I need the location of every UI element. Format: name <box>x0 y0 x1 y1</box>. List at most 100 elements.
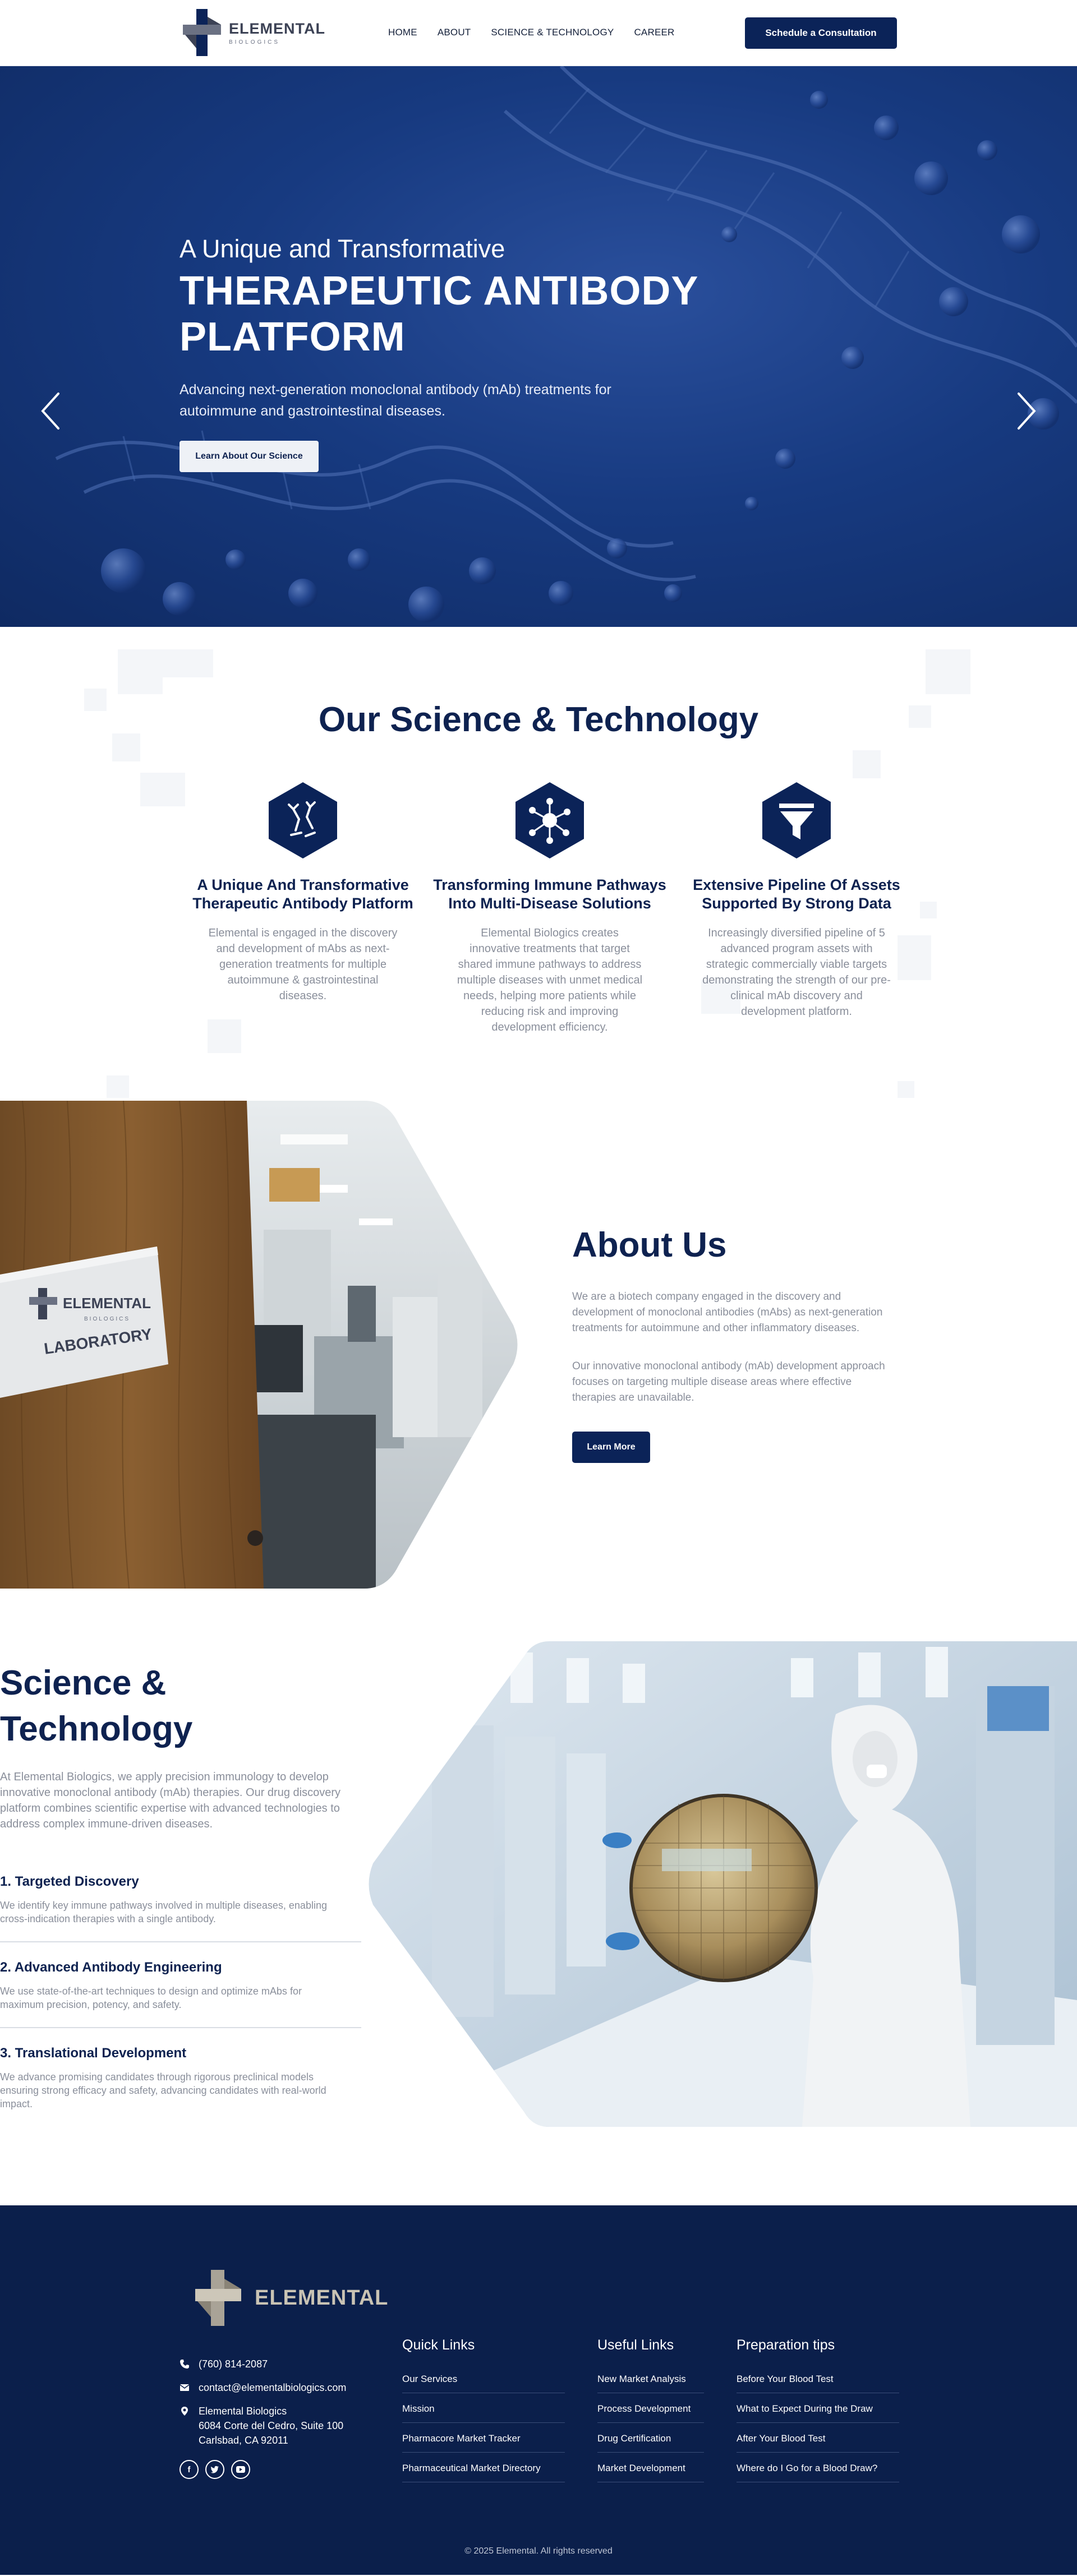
footer-logo[interactable]: ELEMENTAL <box>191 2270 388 2326</box>
nav-about[interactable]: ABOUT <box>438 27 471 38</box>
scitech-item-text: We identify key immune pathways involved… <box>0 1900 327 1924</box>
scitech-item: 3. Translational Development We advance … <box>0 2046 361 2111</box>
antibody-icon <box>269 782 337 858</box>
about-section: ELEMENTAL BIOLOGICS LABORATORY About Us … <box>0 1101 1077 1589</box>
footer-link[interactable]: After Your Blood Test <box>737 2433 899 2453</box>
preparation-tips-column: Preparation tips Before Your Blood Test … <box>737 2337 899 2492</box>
learn-more-button[interactable]: Learn More <box>572 1432 650 1463</box>
science-card: Transforming Immune Pathways Into Multi-… <box>426 781 673 1035</box>
contact-address: Elemental Biologics 6084 Corte del Cedro… <box>180 2404 346 2448</box>
hero-content: A Unique and Transformative THERAPEUTIC … <box>180 234 740 472</box>
footer-link[interactable]: Where do I Go for a Blood Draw? <box>737 2463 899 2482</box>
footer-logo-title: ELEMENTAL <box>255 2286 389 2310</box>
quick-links-column: Quick Links Our Services Mission Pharmac… <box>402 2337 565 2492</box>
main-nav: HOME ABOUT SCIENCE & TECHNOLOGY CAREER <box>388 27 675 38</box>
about-paragraph-1: We are a biotech company engaged in the … <box>572 1291 883 1334</box>
science-detail-section: Science & Technology At Elemental Biolog… <box>0 1589 1077 2205</box>
card-title: Extensive Pipeline Of Assets Supported B… <box>693 876 900 912</box>
hero-title-line1: THERAPEUTIC ANTIBODY <box>180 269 699 313</box>
scitech-item-title: 1. Targeted Discovery <box>0 1874 139 1889</box>
site-header: ELEMENTAL BIOLOGICS HOME ABOUT SCIENCE &… <box>0 0 1077 66</box>
cleanroom-image <box>369 1641 1077 2127</box>
mail-icon <box>180 2384 190 2391</box>
location-pin-icon <box>181 2407 188 2416</box>
card-text: Elemental is engaged in the discovery an… <box>208 927 398 1002</box>
contact-phone[interactable]: (760) 814-2087 <box>180 2357 346 2371</box>
nav-science-technology[interactable]: SCIENCE & TECHNOLOGY <box>491 27 614 38</box>
footer-link[interactable]: Our Services <box>402 2374 565 2393</box>
funnel-icon <box>762 782 831 858</box>
footer-link[interactable]: Pharmaceutical Market Directory <box>402 2463 565 2482</box>
card-text: Increasingly diversified pipeline of 5 a… <box>702 927 891 1018</box>
schedule-consultation-button[interactable]: Schedule a Consultation <box>745 17 897 49</box>
hero-subtitle: Advancing next-generation monoclonal ant… <box>180 382 611 419</box>
footer-contact: (760) 814-2087 contact@elementalbiologic… <box>180 2357 346 2479</box>
science-card: Extensive Pipeline Of Assets Supported B… <box>673 781 920 1035</box>
twitter-icon[interactable] <box>205 2460 224 2479</box>
footer-link[interactable]: Drug Certification <box>597 2433 704 2453</box>
logo-title: ELEMENTAL <box>229 20 325 37</box>
hero-title: THERAPEUTIC ANTIBODY PLATFORM <box>180 268 740 360</box>
card-title: A Unique And Transformative Therapeutic … <box>192 876 413 912</box>
hero-pretitle: A Unique and Transformative <box>180 234 505 263</box>
footer-link[interactable]: What to Expect During the Draw <box>737 2403 899 2423</box>
social-links: f <box>180 2460 346 2479</box>
copyright-text: © 2025 Elemental. All rights reserved <box>464 2546 613 2556</box>
chevron-right-icon[interactable] <box>1015 391 1038 431</box>
scitech-item-text: We use state-of-the-art techniques to de… <box>0 1986 302 2010</box>
footer-link[interactable]: Mission <box>402 2403 565 2423</box>
useful-links-column: Useful Links New Market Analysis Process… <box>597 2337 704 2492</box>
hero-slider: A Unique and Transformative THERAPEUTIC … <box>0 66 1077 627</box>
scitech-title-line2: Technology <box>0 1710 193 1748</box>
scitech-item-text: We advance promising candidates through … <box>0 2071 326 2109</box>
science-section-title: Our Science & Technology <box>318 700 759 739</box>
address-name: Elemental Biologics <box>199 2406 287 2417</box>
card-text: Elemental Biologics creates innovative t… <box>457 927 643 1033</box>
useful-links-title: Useful Links <box>597 2337 674 2353</box>
scitech-item-title: 3. Translational Development <box>0 2046 187 2061</box>
site-footer: ELEMENTAL (760) 814-2087 contact@element… <box>0 2205 1077 2575</box>
quick-links-title: Quick Links <box>402 2337 475 2353</box>
scitech-item-title: 2. Advanced Antibody Engineering <box>0 1960 222 1975</box>
nav-home[interactable]: HOME <box>388 27 417 38</box>
scitech-title-line1: Science & <box>0 1664 167 1702</box>
hero-title-line2: PLATFORM <box>180 315 406 359</box>
science-cards: A Unique And Transformative Therapeutic … <box>180 781 920 1035</box>
footer-link[interactable]: Market Development <box>597 2463 704 2482</box>
phone-text: (760) 814-2087 <box>199 2358 268 2370</box>
facebook-icon[interactable]: f <box>180 2460 199 2479</box>
sign-subtitle: BIOLOGICS <box>84 1316 130 1322</box>
network-icon <box>516 782 584 858</box>
preparation-tips-title: Preparation tips <box>737 2337 835 2353</box>
footer-link[interactable]: Process Development <box>597 2403 704 2423</box>
scitech-item: 1. Targeted Discovery We identify key im… <box>0 1874 361 1942</box>
footer-link[interactable]: Pharmacore Market Tracker <box>402 2433 565 2453</box>
scitech-item: 2. Advanced Antibody Engineering We use … <box>0 1960 361 2028</box>
address-line2: Carlsbad, CA 92011 <box>199 2435 288 2446</box>
divider <box>0 2027 361 2028</box>
phone-icon <box>180 2360 189 2369</box>
email-text: contact@elementalbiologics.com <box>199 2382 347 2393</box>
youtube-icon[interactable] <box>231 2460 250 2479</box>
address-line1: 6084 Corte del Cedro, Suite 100 <box>199 2420 344 2431</box>
about-paragraph-2: Our innovative monoclonal antibody (mAb)… <box>572 1360 885 1404</box>
logo-cross-icon <box>195 2270 241 2326</box>
footer-link[interactable]: New Market Analysis <box>597 2374 704 2393</box>
logo-cross-icon <box>183 9 221 56</box>
scitech-intro: At Elemental Biologics, we apply precisi… <box>0 1771 340 1830</box>
card-title: Transforming Immune Pathways Into Multi-… <box>433 876 666 912</box>
footer-link[interactable]: Before Your Blood Test <box>737 2374 899 2393</box>
header-logo[interactable]: ELEMENTAL BIOLOGICS <box>180 9 325 56</box>
science-technology-section: Our Science & Technology A Unique And Tr… <box>0 627 1077 1101</box>
divider <box>0 1941 361 1942</box>
learn-about-science-button[interactable]: Learn About Our Science <box>180 441 319 472</box>
chevron-left-icon[interactable] <box>39 391 62 431</box>
contact-email[interactable]: contact@elementalbiologics.com <box>180 2380 346 2395</box>
about-title: About Us <box>572 1226 727 1264</box>
laboratory-image: ELEMENTAL BIOLOGICS LABORATORY <box>0 1101 518 1589</box>
scitech-title: Science & Technology <box>0 1660 337 1752</box>
logo-subtitle: BIOLOGICS <box>229 39 280 45</box>
nav-career[interactable]: CAREER <box>634 27 674 38</box>
sign-brand: ELEMENTAL <box>63 1295 151 1312</box>
science-card: A Unique And Transformative Therapeutic … <box>180 781 426 1035</box>
